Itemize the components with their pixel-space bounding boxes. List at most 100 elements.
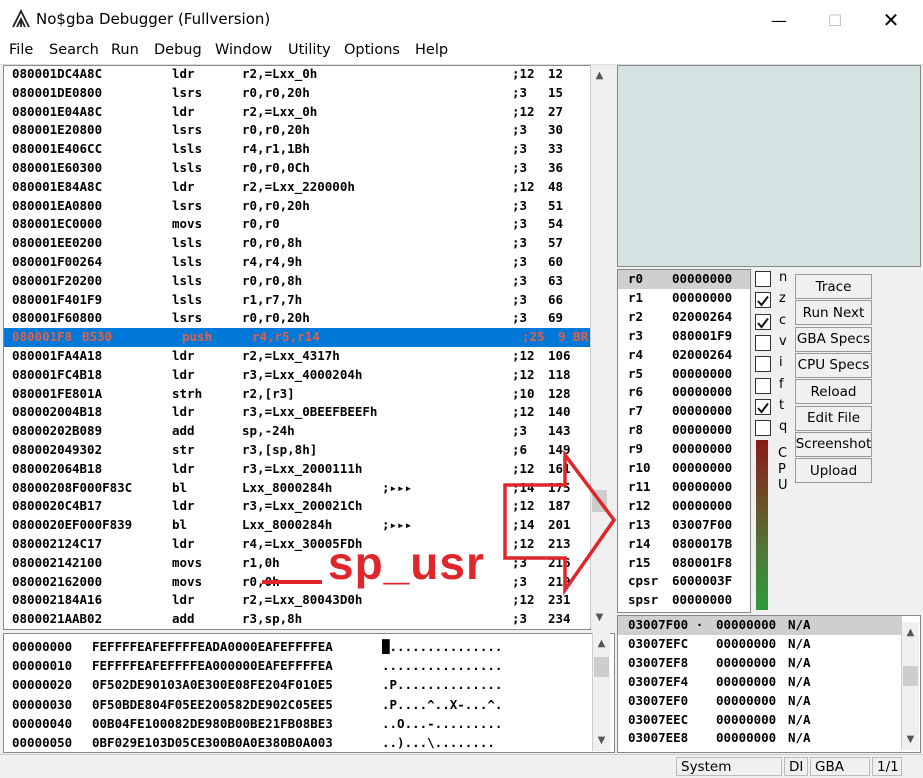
scroll-up-icon[interactable]: ▲ — [591, 67, 608, 84]
register-row[interactable]: r14 0800017B — [618, 535, 750, 554]
gba-specs-button[interactable]: GBA Specs — [795, 326, 872, 352]
edit-file-button[interactable]: Edit File — [795, 405, 872, 431]
disasm-row[interactable]: 080001FC 4B18 ldr r3,=Lxx_4000204h ;12 118 — [4, 366, 590, 385]
flag-v-checkbox[interactable] — [755, 334, 771, 351]
stack-row[interactable]: 03007EEC 00000000 N/A — [618, 711, 902, 730]
flag-f-checkbox[interactable] — [755, 377, 771, 394]
disasm-row[interactable]: 08000208 F000F83C bl Lxx_8000284h ;▸▸▸ ;14 175 — [4, 479, 590, 498]
register-row[interactable]: cpsr 6000003F — [618, 572, 750, 591]
stack-row[interactable]: 03007EE8 00000000 N/A — [618, 729, 902, 748]
disasm-row[interactable]: 080001E2 0800 lsrs r0,r0,20h ;3 30 — [4, 121, 590, 140]
reload-button[interactable]: Reload — [795, 379, 872, 405]
register-row[interactable]: r11 00000000 — [618, 478, 750, 497]
disasm-row[interactable]: 080001EC 0000 movs r0,r0 ;3 54 — [4, 215, 590, 234]
disasm-row[interactable]: 080001F4 01F9 lsls r1,r7,7h ;3 66 — [4, 291, 590, 310]
scroll-down-icon[interactable]: ▼ — [591, 609, 608, 626]
disasm-row[interactable]: 080001E6 0300 lsls r0,r0,0Ch ;3 36 — [4, 159, 590, 178]
hex-scrollbar[interactable]: ▲ ▼ — [592, 633, 610, 751]
disasm-row[interactable]: 0800020E F000F839 bl Lxx_8000284h ;▸▸▸ ;14 201 — [4, 516, 590, 535]
register-row[interactable]: r9 00000000 — [618, 440, 750, 459]
register-row[interactable]: r10 00000000 — [618, 459, 750, 478]
disasm-row[interactable]: 08000204 9302 str r3,[sp,8h] ;6 149 — [4, 441, 590, 460]
run-next-button[interactable]: Run Next — [795, 300, 872, 326]
menu-debug[interactable]: Debug — [154, 42, 202, 58]
disasm-row[interactable]: 0800021A AB02 add r3,sp,8h ;3 234 — [4, 610, 590, 629]
memory-hex-pane[interactable]: 00000000 FEFFFFEAFEFFFFEADA0000EAFEFFFFEA… — [3, 633, 615, 753]
menu-run[interactable]: Run — [111, 42, 139, 58]
maximize-button[interactable]: ☐ — [806, 0, 864, 40]
screenshot-button[interactable]: Screenshot — [795, 431, 872, 457]
minimize-button[interactable]: — — [750, 0, 808, 40]
register-row[interactable]: r4 02000264 — [618, 346, 750, 365]
stack-row[interactable]: 03007F00 · 00000000 N/A — [618, 616, 902, 635]
upload-button[interactable]: Upload — [795, 458, 872, 484]
stack-pane[interactable]: 03007F00 · 00000000 N/A 03007EFC 00000000 N/A… — [617, 615, 921, 753]
scroll-thumb[interactable] — [592, 490, 607, 512]
register-row[interactable]: r3 080001F9 — [618, 327, 750, 346]
stack-row[interactable]: 03007EF0 00000000 N/A — [618, 692, 902, 711]
scroll-up-icon[interactable]: ▲ — [593, 635, 610, 652]
disasm-row[interactable]: 080001E4 06CC lsls r4,r1,1Bh ;3 33 — [4, 140, 590, 159]
menu-file[interactable]: File — [9, 42, 33, 58]
disasm-row[interactable]: 080001EE 0200 lsls r0,r0,8h ;3 57 — [4, 234, 590, 253]
stack-row[interactable]: 03007EF8 00000000 N/A — [618, 654, 902, 673]
close-button[interactable]: ✕ — [862, 0, 920, 40]
disasm-row[interactable]: 080001DE 0800 lsrs r0,r0,20h ;3 15 — [4, 84, 590, 103]
register-row[interactable]: r13 03007F00 — [618, 516, 750, 535]
menu-window[interactable]: Window — [215, 42, 272, 58]
scroll-up-icon[interactable]: ▲ — [902, 624, 919, 641]
trace-button[interactable]: Trace — [795, 274, 872, 299]
disasm-row[interactable]: 08000206 4B18 ldr r3,=Lxx_2000111h ;12 161 — [4, 460, 590, 479]
register-pane[interactable]: r0 00000000 r1 00000000 r2 02000264 r3 080001F9… — [617, 269, 751, 613]
menu-search[interactable]: Search — [49, 42, 99, 58]
register-row[interactable]: r7 00000000 — [618, 402, 750, 421]
menu-utility[interactable]: Utility — [288, 42, 331, 58]
flag-n-label: n — [779, 270, 788, 285]
disasm-row[interactable]: 08000216 2000 movs r0,0h ;3 219 — [4, 573, 590, 592]
register-row[interactable]: r12 00000000 — [618, 497, 750, 516]
scroll-down-icon[interactable]: ▼ — [902, 731, 919, 748]
flag-z-checkbox[interactable] — [755, 292, 771, 309]
disasm-row[interactable]: 08000202 B089 add sp,-24h ;3 143 — [4, 422, 590, 441]
disasm-row[interactable]: 08000212 4C17 ldr r4,=Lxx_30005FDh ;12 213 — [4, 535, 590, 554]
flag-n-checkbox[interactable] — [755, 271, 771, 287]
disasm-row[interactable]: 080001FA 4A18 ldr r2,=Lxx_4317h ;12 106 — [4, 347, 590, 366]
flag-q-checkbox[interactable] — [755, 420, 771, 437]
disasm-row[interactable]: 080001E0 4A8C ldr r2,=Lxx_0h ;12 27 — [4, 103, 590, 122]
disasm-row[interactable]: 08000200 4B18 ldr r3,=Lxx_0BEEFBEEFh ;12 140 — [4, 403, 590, 422]
register-row[interactable]: spsr 00000000 — [618, 591, 750, 610]
menu-options[interactable]: Options — [344, 42, 400, 58]
menu-help[interactable]: Help — [415, 42, 448, 58]
disassembly-scrollbar[interactable]: ▲ ▼ — [590, 65, 608, 628]
disasm-row[interactable]: 08000218 4A16 ldr r2,=Lxx_80043D0h ;12 231 — [4, 591, 590, 610]
disassembly-pane[interactable]: 080001DC 4A8C ldr r2,=Lxx_0h ;12 12 080001DE 08… — [3, 65, 591, 630]
disasm-row[interactable]: 080001EA 0800 lsrs r0,r0,20h ;3 51 — [4, 197, 590, 216]
disasm-row[interactable]: 080001F8 · B530 push r4,r5,r14 ;25 9 BR — [4, 328, 590, 347]
scroll-thumb[interactable] — [594, 657, 609, 677]
disasm-row[interactable]: 080001F2 0200 lsls r0,r0,8h ;3 63 — [4, 272, 590, 291]
scroll-down-icon[interactable]: ▼ — [593, 732, 610, 749]
disasm-row[interactable]: 080001F0 0264 lsls r4,r4,9h ;3 60 — [4, 253, 590, 272]
stack-row[interactable]: 03007EF4 00000000 N/A — [618, 673, 902, 692]
stack-scrollbar[interactable]: ▲ ▼ — [901, 622, 919, 750]
flag-i-checkbox[interactable] — [755, 356, 771, 373]
disasm-row[interactable]: 080001E8 4A8C ldr r2,=Lxx_220000h ;12 48 — [4, 178, 590, 197]
flag-t-checkbox[interactable] — [755, 398, 771, 415]
cpu-specs-button[interactable]: CPU Specs — [795, 352, 872, 378]
disasm-row[interactable]: 080001F6 0800 lsrs r0,r0,20h ;3 69 — [4, 309, 590, 328]
register-row[interactable]: r0 00000000 — [618, 270, 750, 289]
disasm-row[interactable]: 0800020C 4B17 ldr r3,=Lxx_200021Ch ;12 187 — [4, 497, 590, 516]
stack-row[interactable]: 03007EFC 00000000 N/A — [618, 635, 902, 654]
register-row[interactable]: r6 00000000 — [618, 383, 750, 402]
scroll-thumb[interactable] — [903, 666, 918, 686]
disasm-row[interactable]: 080001FE 801A strh r2,[r3] ;10 128 — [4, 385, 590, 404]
register-row[interactable]: r8 00000000 — [618, 421, 750, 440]
disasm-row[interactable]: 080001DC 4A8C ldr r2,=Lxx_0h ;12 12 — [4, 66, 590, 84]
disasm-op: 801A — [72, 385, 103, 401]
disasm-row[interactable]: 08000214 2100 movs r1,0h ;3 216 — [4, 554, 590, 573]
register-row[interactable]: r1 00000000 — [618, 289, 750, 308]
flag-c-checkbox[interactable] — [755, 313, 771, 330]
register-row[interactable]: r2 02000264 — [618, 308, 750, 327]
register-row[interactable]: r5 00000000 — [618, 365, 750, 384]
register-row[interactable]: r15 080001F8 — [618, 554, 750, 573]
